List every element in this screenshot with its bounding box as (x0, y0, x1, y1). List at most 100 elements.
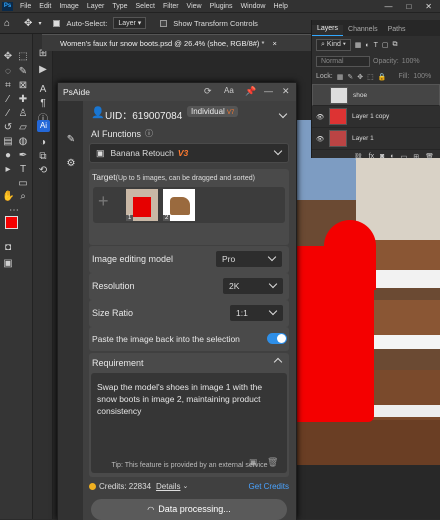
eraser-icon[interactable]: ▱ (17, 122, 29, 134)
menu-plugins[interactable]: Plugins (210, 3, 233, 10)
hand-icon[interactable]: ✋ (2, 191, 14, 203)
layer-row-layer1[interactable]: 👁 Layer 1 (312, 128, 440, 150)
history-icon[interactable]: ⟲ (37, 165, 49, 177)
chevron-up-icon[interactable] (273, 357, 283, 367)
document-tab[interactable]: Women's faux fur snow boots.psd @ 26.4% … (42, 34, 312, 51)
styles-icon[interactable]: ⧉ (37, 151, 49, 163)
menu-select[interactable]: Select (136, 3, 155, 10)
menu-image[interactable]: Image (59, 3, 78, 10)
function-select[interactable]: ▣ Banana Retouch V3 (89, 143, 289, 163)
link-layers-icon[interactable]: ⛓ (354, 153, 363, 161)
close-tab-icon[interactable]: × (273, 39, 277, 48)
filter-smart-icon[interactable]: ⧉ (393, 41, 398, 49)
layer-row-shoe[interactable]: shoe (312, 84, 440, 106)
show-transform-checkbox[interactable] (160, 19, 168, 27)
gradient-icon[interactable]: ▤ (2, 136, 14, 148)
minimize-panel-icon[interactable]: — (264, 86, 273, 96)
brush-icon[interactable]: ∕ (2, 108, 14, 120)
visibility-eye-icon[interactable]: 👁 (316, 113, 324, 121)
settings-gear-icon[interactable]: ⚙ (64, 157, 78, 171)
new-group-icon[interactable]: ▭ (401, 153, 408, 161)
healing-icon[interactable]: ✚ (17, 94, 29, 106)
auto-select-checkbox[interactable] (53, 19, 61, 27)
delete-layer-icon[interactable]: 🗑 (425, 153, 434, 161)
tab-layers[interactable]: Layers (312, 25, 344, 36)
help-circle-icon[interactable]: ⓘ (145, 128, 153, 139)
layer-select[interactable]: Layer ▾ (113, 17, 147, 29)
tab-paths[interactable]: Paths (383, 26, 411, 36)
psaide-plugin-icon[interactable]: Ai (37, 120, 50, 132)
minimize-icon[interactable]: — (384, 2, 392, 11)
tool-dropdown-icon[interactable]: ▾ (38, 20, 41, 27)
filter-shape-icon[interactable]: ▢ (382, 41, 389, 49)
close-window-icon[interactable]: ✕ (425, 2, 432, 11)
opacity-value[interactable]: 100% (402, 58, 420, 65)
character-icon[interactable]: A (37, 84, 49, 96)
move-tool-icon[interactable]: ✥ (24, 18, 32, 29)
fill-value[interactable]: 100% (413, 73, 431, 80)
crop-icon[interactable]: ⌗ (2, 80, 14, 92)
edit-pencil-icon[interactable]: ✎ (64, 133, 78, 147)
tab-channels[interactable]: Channels (343, 26, 383, 36)
quick-select-icon[interactable]: ✎ (17, 66, 29, 78)
filter-type-icon[interactable]: T (374, 42, 378, 49)
dodge-icon[interactable]: ● (2, 150, 14, 162)
blend-mode-select[interactable]: Normal (316, 56, 370, 67)
resolution-select[interactable]: 2K (222, 277, 284, 295)
foreground-color-swatch[interactable] (5, 216, 18, 229)
adjustment-layer-icon[interactable]: ◐ (390, 153, 394, 160)
add-image-button[interactable]: + (98, 191, 109, 212)
target-image-1[interactable]: 1 (126, 189, 158, 221)
filter-adjust-icon[interactable]: ◐ (365, 42, 369, 49)
quick-mask-icon[interactable]: ◘ (2, 242, 14, 254)
details-chevron-icon[interactable]: ⌄ (182, 482, 188, 490)
stamp-icon[interactable]: ♙ (17, 108, 29, 120)
new-layer-icon[interactable]: ⊞ (413, 153, 419, 161)
account-chevron-icon[interactable] (278, 109, 288, 119)
shape-icon[interactable]: ▭ (17, 178, 29, 190)
menu-help[interactable]: Help (273, 3, 287, 10)
zoom-icon[interactable]: ⌕ (17, 191, 29, 203)
adjustments-icon[interactable]: ◑ (37, 137, 49, 149)
menu-view[interactable]: View (187, 3, 202, 10)
menu-type[interactable]: Type (112, 3, 127, 10)
marquee-icon[interactable]: ⬚ (17, 51, 29, 63)
lasso-icon[interactable]: ◌ (2, 66, 14, 78)
blur-icon[interactable]: ◍ (17, 136, 29, 148)
details-link[interactable]: Details (156, 482, 180, 491)
pin-icon[interactable]: 📌 (245, 86, 256, 97)
type-icon[interactable]: T (17, 164, 29, 176)
layer-row-layer1-copy[interactable]: 👁 Layer 1 copy (312, 106, 440, 128)
add-mask-icon[interactable]: ◙ (380, 153, 384, 160)
paragraph-icon[interactable]: ¶ (37, 98, 49, 110)
lock-all-icon[interactable]: 🔒 (378, 73, 387, 81)
filter-pixel-icon[interactable]: ▦ (355, 41, 362, 49)
move-icon[interactable]: ✥ (2, 51, 14, 63)
refresh-icon[interactable]: ⟳ (204, 86, 212, 97)
ratio-select[interactable]: 1:1 (229, 304, 284, 322)
pen-icon[interactable]: ✒ (17, 150, 29, 162)
play-icon[interactable]: ▶ (37, 64, 49, 76)
requirement-textarea[interactable]: Swap the model's shoes in image 1 with t… (91, 373, 287, 473)
menu-file[interactable]: File (20, 3, 31, 10)
lock-pixels-icon[interactable]: ✎ (347, 73, 353, 81)
get-credits-link[interactable]: Get Credits (249, 482, 289, 491)
menu-edit[interactable]: Edit (39, 3, 51, 10)
close-panel-icon[interactable]: ✕ (282, 86, 290, 97)
fx-icon[interactable]: fx (369, 153, 374, 160)
screen-mode-icon[interactable]: ▣ (2, 258, 14, 270)
home-icon[interactable]: ⌂ (4, 18, 10, 29)
processing-button[interactable]: ◠ Data processing... (91, 499, 287, 520)
menu-filter[interactable]: Filter (163, 3, 179, 10)
lock-transparency-icon[interactable]: ▦ (337, 73, 344, 81)
lock-artboard-icon[interactable]: ⬚ (367, 73, 374, 81)
lock-position-icon[interactable]: ✥ (357, 73, 363, 81)
font-size-icon[interactable]: Aa (224, 86, 234, 95)
model-select[interactable]: Pro (215, 250, 283, 268)
eyedropper-icon[interactable]: ⁄ (2, 94, 14, 106)
maximize-icon[interactable]: □ (406, 2, 411, 11)
menu-layer[interactable]: Layer (87, 3, 105, 10)
layer-filter-kind[interactable]: ⌕ Kind ▾ (316, 39, 351, 51)
path-select-icon[interactable]: ▸ (2, 164, 14, 176)
target-image-2[interactable]: 2 (163, 189, 195, 221)
